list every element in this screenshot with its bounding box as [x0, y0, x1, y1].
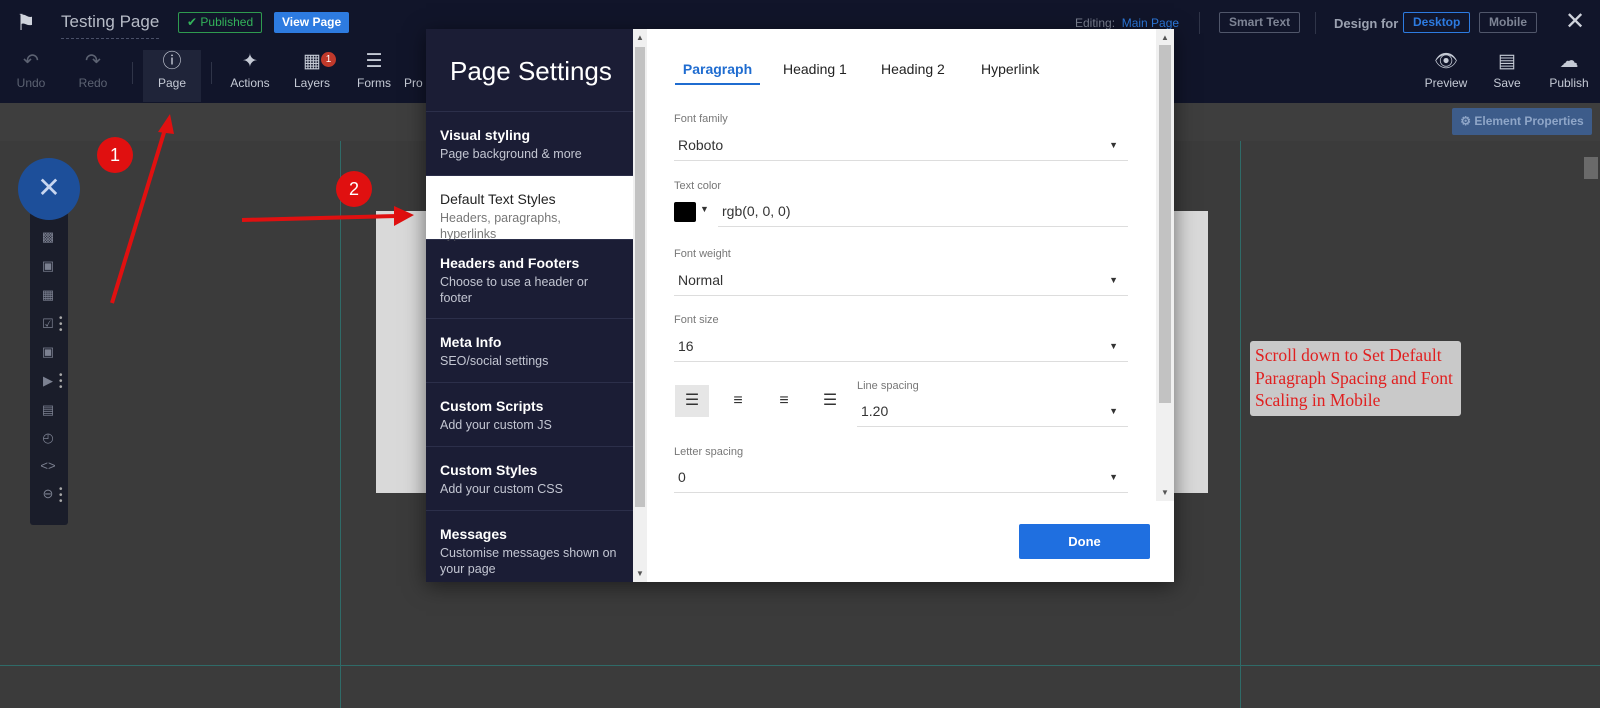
line-spacing-select[interactable]: 1.20 ▼ [857, 395, 1128, 427]
arrowhead [158, 114, 174, 134]
chevron-down-icon: ▼ [1109, 341, 1118, 351]
chevron-down-icon: ▼ [1109, 275, 1118, 285]
align-left-icon: ☰ [684, 392, 700, 409]
font-weight-label: Font weight [674, 248, 731, 260]
sidebar-item-subtitle: Add your custom JS [440, 418, 552, 432]
letter-spacing-value: 0 [678, 469, 686, 485]
font-size-label: Font size [674, 314, 719, 326]
tab-paragraph[interactable]: Paragraph [675, 59, 760, 85]
text-color-label: Text color [674, 180, 722, 192]
chevron-down-icon: ▼ [1109, 472, 1118, 482]
page-settings-modal: Page Settings Visual styling Page backgr… [426, 29, 1174, 582]
font-weight-value: Normal [678, 272, 724, 288]
chevron-down-icon: ▼ [1109, 406, 1118, 416]
scroll-down-icon[interactable]: ▼ [1161, 488, 1169, 497]
modal-title: Page Settings [450, 56, 612, 86]
color-swatch[interactable] [674, 202, 696, 222]
sidebar-item-default-text-styles[interactable]: Default Text Styles Headers, paragraphs,… [426, 175, 633, 241]
font-family-select[interactable]: Roboto ▼ [674, 129, 1128, 161]
letter-spacing-select[interactable]: 0 ▼ [674, 461, 1128, 493]
align-left-button[interactable]: ☰ [675, 385, 709, 417]
sidebar-item-subtitle: Choose to use a header or footer [440, 275, 589, 305]
sidebar-scrollbar[interactable]: ▲ ▼ [633, 29, 647, 582]
line-spacing-value: 1.20 [861, 403, 889, 419]
scroll-up-icon[interactable]: ▲ [1161, 33, 1169, 42]
sidebar-item-subtitle: SEO/social settings [440, 354, 549, 368]
sidebar-item-title: Meta Info [440, 334, 502, 350]
tab-heading-1[interactable]: Heading 1 [783, 59, 847, 85]
sidebar-item-title: Visual styling [440, 127, 530, 143]
sidebar-item-subtitle: Page background & more [440, 147, 582, 161]
line-spacing-label: Line spacing [857, 380, 919, 392]
sidebar-item-title: Headers and Footers [440, 255, 580, 271]
scrollbar-thumb[interactable] [1159, 45, 1171, 403]
step-1-marker: 1 [97, 137, 133, 173]
chevron-down-icon: ▼ [1109, 140, 1118, 150]
settings-sidebar: Page Settings Visual styling Page backgr… [426, 29, 633, 582]
sidebar-item-subtitle: Add your custom CSS [440, 482, 563, 496]
arrow-to-text-styles [241, 214, 399, 222]
scrollbar-thumb[interactable] [635, 47, 645, 507]
sidebar-item-headers-footers[interactable]: Headers and Footers Choose to use a head… [426, 239, 633, 317]
sidebar-item-title: Custom Styles [440, 462, 538, 478]
arrowhead [394, 206, 414, 226]
scroll-up-icon[interactable]: ▲ [636, 33, 644, 42]
sidebar-item-messages[interactable]: Messages Customise messages shown on you… [426, 510, 633, 582]
done-button[interactable]: Done [1019, 524, 1150, 559]
annotation-note: Scroll down to Set Default Paragraph Spa… [1250, 341, 1461, 416]
text-color-value: rgb(0, 0, 0) [722, 203, 791, 219]
tab-hyperlink[interactable]: Hyperlink [981, 59, 1039, 85]
text-color-input[interactable]: rgb(0, 0, 0) [718, 195, 1128, 227]
align-right-button[interactable]: ≡ [767, 385, 801, 417]
sidebar-item-custom-styles[interactable]: Custom Styles Add your custom CSS [426, 446, 633, 510]
chevron-down-icon[interactable]: ▼ [700, 204, 709, 214]
sidebar-item-custom-scripts[interactable]: Custom Scripts Add your custom JS [426, 382, 633, 446]
sidebar-item-title: Messages [440, 526, 507, 542]
sidebar-item-title: Custom Scripts [440, 398, 544, 414]
align-center-icon: ≡ [733, 392, 743, 409]
align-right-icon: ≡ [779, 392, 789, 409]
settings-scrollbar[interactable]: ▲ ▼ [1156, 29, 1174, 501]
align-justify-icon: ☰ [822, 392, 838, 409]
align-justify-button[interactable]: ☰ [813, 385, 847, 417]
sidebar-item-subtitle: Customise messages shown on your page [440, 546, 617, 576]
tab-heading-2[interactable]: Heading 2 [881, 59, 945, 85]
font-weight-select[interactable]: Normal ▼ [674, 264, 1128, 296]
step-2-marker: 2 [336, 171, 372, 207]
font-family-label: Font family [674, 113, 728, 125]
font-size-value: 16 [678, 338, 694, 354]
letter-spacing-label: Letter spacing [674, 446, 744, 458]
font-size-select[interactable]: 16 ▼ [674, 330, 1128, 362]
sidebar-item-meta-info[interactable]: Meta Info SEO/social settings [426, 318, 633, 382]
sidebar-item-title: Default Text Styles [440, 191, 556, 207]
sidebar-item-subtitle: Headers, paragraphs, hyperlinks [440, 211, 561, 241]
align-center-button[interactable]: ≡ [721, 385, 755, 417]
font-family-value: Roboto [678, 137, 724, 153]
scroll-down-icon[interactable]: ▼ [636, 569, 644, 578]
sidebar-item-visual-styling[interactable]: Visual styling Page background & more [426, 111, 633, 175]
